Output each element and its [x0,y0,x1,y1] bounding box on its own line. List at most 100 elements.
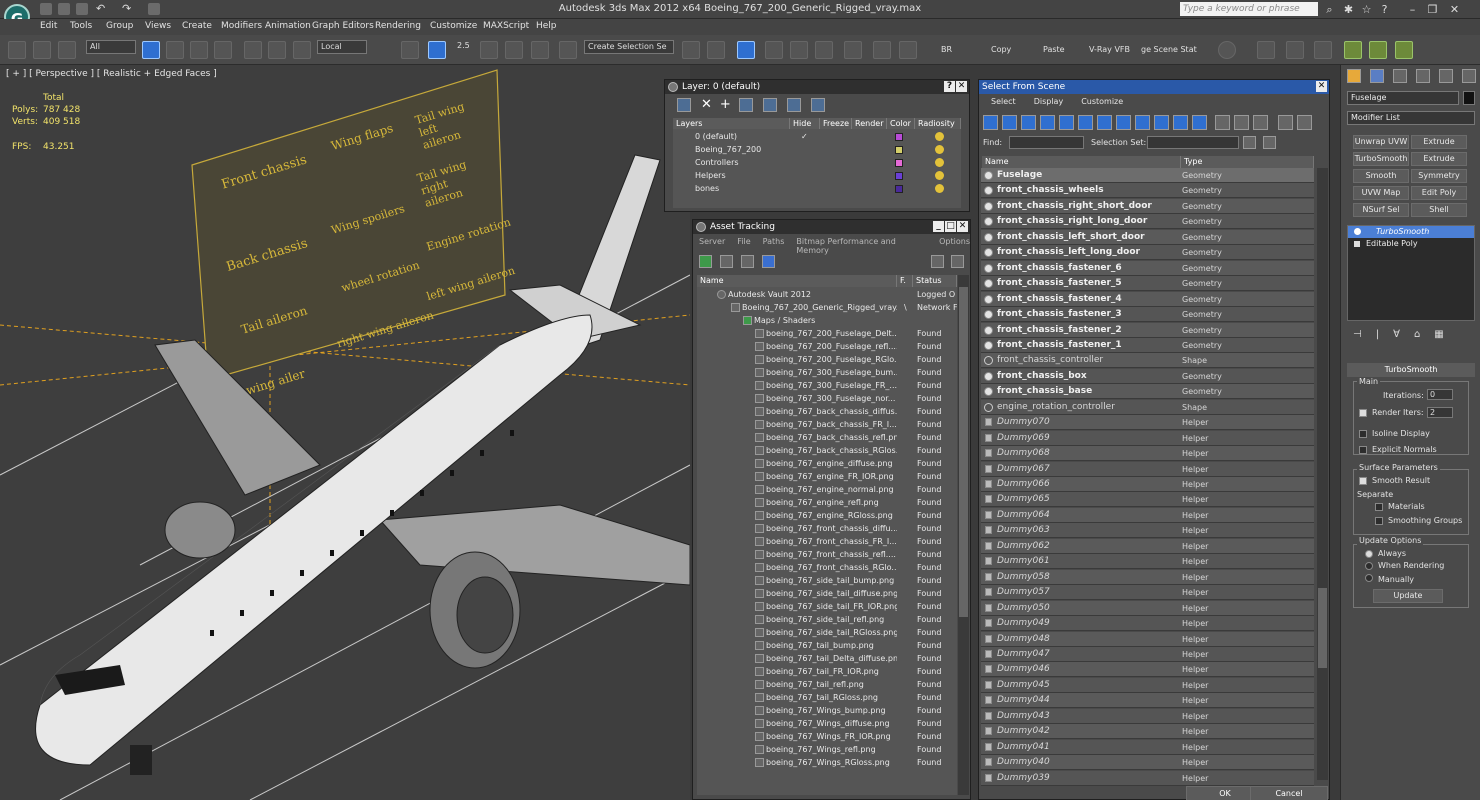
col-hide[interactable]: Hide [790,118,820,129]
add-to-layer-icon[interactable]: + [720,98,731,112]
sel-set-icon-1[interactable] [1243,136,1256,149]
scene-object-row[interactable]: front_chassis_fastener_4 Geometry [981,291,1314,307]
filter-funnel-icon[interactable] [1278,115,1293,130]
stack-item-turbosmooth[interactable]: TurboSmooth [1348,226,1474,238]
layer-row[interactable]: 0 (default) ✓ [673,130,961,143]
radiosity-icon[interactable] [935,184,944,193]
menu-tools[interactable]: Tools [70,21,92,31]
paste-button[interactable]: Paste [1043,45,1065,54]
scene-object-row[interactable]: Dummy068 Helper [981,446,1314,462]
modifier-list-dropdown[interactable]: Modifier List [1347,111,1475,125]
scene-object-row[interactable]: front_chassis_fastener_3 Geometry [981,307,1314,323]
scene-object-row[interactable]: Dummy045 Helper [981,677,1314,693]
asset-map-row[interactable]: boeing_767_Wings_diffuse.png [755,717,897,730]
find-input[interactable] [1009,136,1084,149]
layer-row[interactable]: Boeing_767_200 [673,143,961,156]
edit-named-selection-icon[interactable] [559,41,577,59]
list-view-icon[interactable] [720,255,733,268]
detail-view-icon[interactable] [741,255,754,268]
shell-button[interactable]: Shell [1411,203,1467,217]
asset-map-row[interactable]: boeing_767_engine_normal.png [755,483,897,496]
scene-object-row[interactable]: Dummy043 Helper [981,708,1314,724]
materials-checkbox[interactable] [1375,503,1383,511]
asset-map-row[interactable]: boeing_767_tail_refl.png [755,678,897,691]
layer-color-swatch[interactable] [895,146,903,154]
asset-map-row[interactable]: boeing_767_side_tail_diffuse.png [755,587,897,600]
named-selection-set-dropdown[interactable]: Create Selection Se [584,40,674,54]
layer-help-button[interactable]: ? [944,81,955,92]
radiosity-icon[interactable] [935,158,944,167]
new-layer-icon[interactable] [677,98,691,112]
hide-all-icon[interactable] [786,98,801,112]
pivot-center-icon[interactable] [401,41,419,59]
asset-map-row[interactable]: boeing_767_tail_Delta_diffuse.png [755,652,897,665]
layer-hide-toggle[interactable]: ✓ [801,130,808,143]
scene-object-row[interactable]: front_chassis_box Geometry [981,368,1314,384]
keyframe-3-icon[interactable] [1395,41,1413,59]
object-color-swatch[interactable] [1463,91,1475,105]
viewport-label[interactable]: [ + ] [ Perspective ] [ Realistic + Edge… [6,69,217,79]
scene-object-row[interactable]: Dummy058 Helper [981,569,1314,585]
selection-set-dropdown[interactable] [1147,136,1239,149]
scene-object-row[interactable]: Dummy069 Helper [981,430,1314,446]
make-unique-icon[interactable]: ∀ [1393,329,1400,340]
menu-create[interactable]: Create [182,21,212,31]
menu-group[interactable]: Group [106,21,133,31]
layer-window-titlebar[interactable]: Layer: 0 (default) ? ✕ [665,80,969,94]
asset-map-row[interactable]: boeing_767_back_chassis_diffus... [755,405,897,418]
col-color[interactable]: Color [887,118,915,129]
scene-object-row[interactable]: Dummy041 Helper [981,739,1314,755]
col-radiosity[interactable]: Radiosity [915,118,961,129]
scene-object-row[interactable]: engine_rotation_controller Shape [981,399,1314,415]
help-icon[interactable]: ? [1378,3,1391,16]
remove-modifier-icon[interactable]: ⌂ [1414,329,1420,340]
asset-scrollbar[interactable] [958,275,969,795]
scene-object-row[interactable]: Fuselage Geometry [981,168,1314,183]
isoline-display-checkbox[interactable] [1359,430,1367,438]
curve-editor-icon[interactable] [790,41,808,59]
asset-map-row[interactable]: boeing_767_Wings_FR_IOR.png [755,730,897,743]
scene-object-row[interactable]: Dummy048 Helper [981,631,1314,647]
scene-state-button[interactable]: ge Scene Stat [1141,45,1197,54]
asset-menu-options[interactable]: Options [939,237,970,255]
graphite-modeling-icon[interactable] [765,41,783,59]
asset-map-row[interactable]: boeing_767_side_tail_refl.png [755,613,897,626]
asset-map-row[interactable]: boeing_767_engine_FR_IOR.png [755,470,897,483]
link-icon[interactable] [8,41,26,59]
turbosmooth-button[interactable]: TurboSmooth [1353,152,1409,166]
scene-object-row[interactable]: Dummy050 Helper [981,600,1314,616]
radiosity-icon[interactable] [935,145,944,154]
angle-snap-icon[interactable] [480,41,498,59]
scene-object-row[interactable]: front_chassis_fastener_2 Geometry [981,322,1314,338]
render-iters-spinner[interactable]: 2 [1427,407,1453,418]
filter-options-icon[interactable] [1297,115,1312,130]
display-tab-icon[interactable] [1439,69,1453,83]
filter-shapes-icon[interactable] [1002,115,1017,130]
modify-tab-icon[interactable] [1370,69,1384,83]
filter-xrefs-icon[interactable] [1116,115,1131,130]
radiosity-icon[interactable] [935,171,944,180]
asset-menu-file[interactable]: File [737,237,750,255]
layer-row[interactable]: bones [673,182,961,195]
asset-col-f[interactable]: F. [897,275,913,287]
edit-poly-button[interactable]: Edit Poly [1411,186,1467,200]
object-name-input[interactable]: Fuselage [1347,91,1459,105]
scene-object-row[interactable]: Dummy049 Helper [981,616,1314,632]
menu-animation[interactable]: Animation [265,21,311,31]
asset-map-row[interactable]: boeing_767_tail_RGloss.png [755,691,897,704]
select-by-name-icon[interactable] [166,41,184,59]
scene-object-row[interactable]: Dummy057 Helper [981,585,1314,601]
select-manipulate-icon[interactable] [428,41,446,59]
asset-map-row[interactable]: boeing_767_back_chassis_FR_I... [755,418,897,431]
select-close-button[interactable]: ✕ [1316,81,1327,92]
smoothing-groups-checkbox[interactable] [1375,517,1383,525]
perspective-viewport[interactable]: [ + ] [ Perspective ] [ Realistic + Edge… [0,65,690,800]
layer-row[interactable]: Helpers [673,169,961,182]
asset-col-status[interactable]: Status [913,275,957,287]
asset-map-row[interactable]: boeing_767_front_chassis_RGlo... [755,561,897,574]
restore-icon[interactable]: ❐ [1426,3,1439,16]
layer-row[interactable]: Controllers [673,156,961,169]
filter-hidden-icon[interactable] [1192,115,1207,130]
select-menu-display[interactable]: Display [1034,97,1064,106]
br-button[interactable]: BR [941,45,952,54]
